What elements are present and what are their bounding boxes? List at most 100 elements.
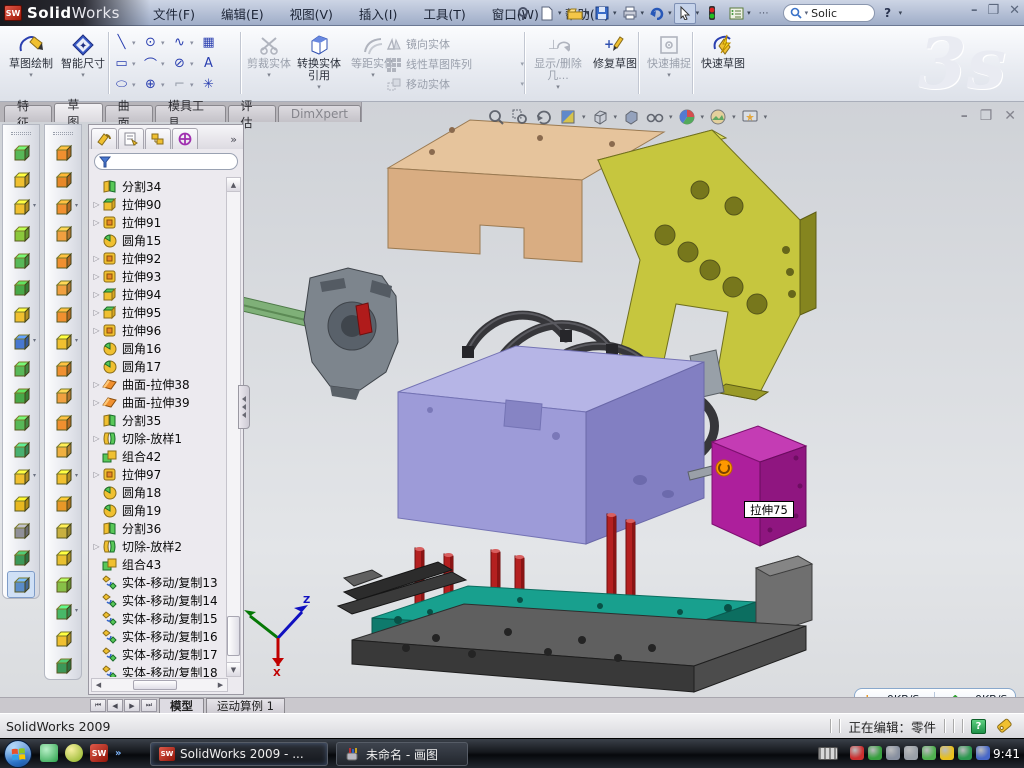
- sketch-text-icon[interactable]: A: [199, 54, 218, 73]
- tree-item-25[interactable]: 实体-移动/复制16: [91, 627, 227, 645]
- toolbar-icon-ltb2-9[interactable]: [49, 382, 77, 409]
- update-badge-icon[interactable]: [886, 746, 900, 760]
- panel-splitter-handle[interactable]: [238, 385, 250, 429]
- sketch-button[interactable]: 草图绘制▾: [6, 30, 56, 98]
- menu-item-3[interactable]: 插入(I): [346, 0, 410, 27]
- task-button-1[interactable]: 未命名 - 画图: [336, 742, 468, 766]
- tree-item-17[interactable]: 圆角18: [91, 483, 227, 501]
- tree-item-20[interactable]: ▷切除-放样2: [91, 537, 227, 555]
- network-green-icon[interactable]: [922, 746, 936, 760]
- tree-item-12[interactable]: ▷曲面-拉伸39: [91, 393, 227, 411]
- doc-close-button[interactable]: ✕: [1004, 108, 1016, 124]
- toolbar-icon-ltb2-12[interactable]: ▾: [49, 463, 77, 490]
- expand-arrow-icon[interactable]: ▷: [91, 380, 102, 389]
- scroll-up-arrow[interactable]: ▲: [227, 178, 240, 192]
- toolbar-icon-ltb1-8[interactable]: [7, 355, 35, 382]
- toolbar-icon-ltb2-18[interactable]: [49, 625, 77, 652]
- scroll-right-arrow[interactable]: ▶: [214, 681, 227, 689]
- toolbar-icon-ltb2-4[interactable]: [49, 247, 77, 274]
- display-style-icon[interactable]: [621, 107, 641, 127]
- hscroll-thumb[interactable]: [133, 680, 177, 690]
- traffic-light-icon[interactable]: [701, 3, 723, 24]
- tree-item-18[interactable]: 圆角19: [91, 501, 227, 519]
- expand-arrow-icon[interactable]: ▷: [91, 272, 102, 281]
- expand-arrow-icon[interactable]: ▷: [91, 326, 102, 335]
- expand-arrow-icon[interactable]: ▷: [91, 254, 102, 263]
- first-tab-button[interactable]: ⏮: [90, 699, 106, 712]
- tree-item-8[interactable]: ▷拉伸96: [91, 321, 227, 339]
- tree-item-13[interactable]: 分割35: [91, 411, 227, 429]
- tree-item-11[interactable]: ▷曲面-拉伸38: [91, 375, 227, 393]
- help-icon[interactable]: ?: [877, 3, 899, 24]
- toolbar-icon-ltb2-6[interactable]: [49, 301, 77, 328]
- print-icon[interactable]: [619, 3, 641, 24]
- toolbar-icon-ltb2-17[interactable]: ▾: [49, 598, 77, 625]
- expand-arrow-icon[interactable]: ▷: [91, 542, 102, 551]
- shield-plus-green-icon[interactable]: [958, 746, 972, 760]
- expand-arrow-icon[interactable]: ▷: [91, 200, 102, 209]
- scroll-thumb[interactable]: [227, 616, 240, 656]
- section-view-icon[interactable]: [558, 107, 578, 127]
- rotate-view-icon[interactable]: [534, 107, 554, 127]
- pin-icon[interactable]: [512, 3, 534, 24]
- toolbar-icon-ltb2-16[interactable]: [49, 571, 77, 598]
- mirror-entities-button[interactable]: 镜向实体: [386, 34, 516, 54]
- keyboard-layout-icon[interactable]: [818, 747, 838, 760]
- toolbar-icon-ltb2-15[interactable]: [49, 544, 77, 571]
- model-tab-0[interactable]: 模型: [159, 698, 204, 713]
- point-icon[interactable]: ✳: [199, 75, 218, 94]
- model-tab-1[interactable]: 运动算例 1: [206, 698, 285, 713]
- window-minimize-button[interactable]: –: [971, 3, 978, 18]
- quick-tips-icon[interactable]: ?: [971, 719, 986, 734]
- feature-manager-tab[interactable]: [91, 128, 117, 149]
- warning-triangle-icon[interactable]: [940, 746, 954, 760]
- toolbar-icon-ltb1-1[interactable]: [7, 166, 35, 193]
- command-tab-3[interactable]: 模具工具: [155, 105, 226, 122]
- toolbar-icon-ltb2-2[interactable]: ▾: [49, 193, 77, 220]
- expand-arrow-icon[interactable]: ▷: [91, 434, 102, 443]
- line-icon[interactable]: ╲: [112, 33, 131, 52]
- tree-item-2[interactable]: ▷拉伸91: [91, 213, 227, 231]
- scroll-down-arrow[interactable]: ▼: [227, 662, 240, 676]
- toolbar-icon-ltb2-1[interactable]: [49, 166, 77, 193]
- display-delete-relations-button[interactable]: ⊥ 显示/删除几...▾: [530, 30, 586, 98]
- command-tab-2[interactable]: 曲面: [105, 105, 153, 122]
- hide-show-items-icon[interactable]: [645, 107, 665, 127]
- search-input[interactable]: ▾ Solic: [783, 4, 875, 22]
- arc-icon[interactable]: ⌒: [141, 54, 160, 73]
- dimxpert-manager-tab[interactable]: [172, 128, 198, 149]
- tree-item-27[interactable]: 实体-移动/复制18: [91, 663, 227, 677]
- smart-dimension-button[interactable]: ✦ 智能尺寸▾: [58, 30, 108, 98]
- tree-item-22[interactable]: 实体-移动/复制13: [91, 573, 227, 591]
- tree-item-5[interactable]: ▷拉伸93: [91, 267, 227, 285]
- tree-item-10[interactable]: 圆角17: [91, 357, 227, 375]
- menu-item-0[interactable]: 文件(F): [140, 0, 208, 27]
- spline-icon[interactable]: ∿: [170, 33, 189, 52]
- security-ball-icon[interactable]: [65, 744, 83, 762]
- toolbar-icon-ltb1-16[interactable]: [7, 571, 35, 598]
- volume-icon[interactable]: [904, 746, 918, 760]
- rectangle-icon[interactable]: ▭: [112, 54, 131, 73]
- tree-item-7[interactable]: ▷拉伸95: [91, 303, 227, 321]
- tree-item-21[interactable]: 组合43: [91, 555, 227, 573]
- toolbar-icon-ltb1-2[interactable]: ▾: [7, 193, 35, 220]
- toolbar-icon-ltb2-3[interactable]: [49, 220, 77, 247]
- tree-item-24[interactable]: 实体-移动/复制15: [91, 609, 227, 627]
- tree-filter-input[interactable]: [94, 153, 238, 170]
- expand-arrow-icon[interactable]: ▷: [91, 218, 102, 227]
- move-entities-button[interactable]: 移动实体▾: [386, 74, 516, 94]
- tree-item-3[interactable]: 圆角15: [91, 231, 227, 249]
- linear-sketch-pattern-button[interactable]: 线性草图阵列▾: [386, 54, 516, 74]
- toolbar-icon-ltb2-13[interactable]: [49, 490, 77, 517]
- menu-item-4[interactable]: 工具(T): [410, 0, 478, 27]
- menu-item-1[interactable]: 编辑(E): [208, 0, 277, 27]
- slot-icon[interactable]: ⬭: [112, 75, 131, 94]
- toolbar-icon-ltb2-8[interactable]: [49, 355, 77, 382]
- toolbar-icon-ltb1-6[interactable]: [7, 301, 35, 328]
- tag-icon[interactable]: [994, 717, 1014, 735]
- circle-icon[interactable]: ⊙: [141, 33, 160, 52]
- open-icon[interactable]: [564, 3, 586, 24]
- task-button-0[interactable]: SWSolidWorks 2009 - ...: [150, 742, 328, 766]
- expand-arrow-icon[interactable]: ▷: [91, 290, 102, 299]
- doc-minimize-button[interactable]: –: [961, 108, 968, 124]
